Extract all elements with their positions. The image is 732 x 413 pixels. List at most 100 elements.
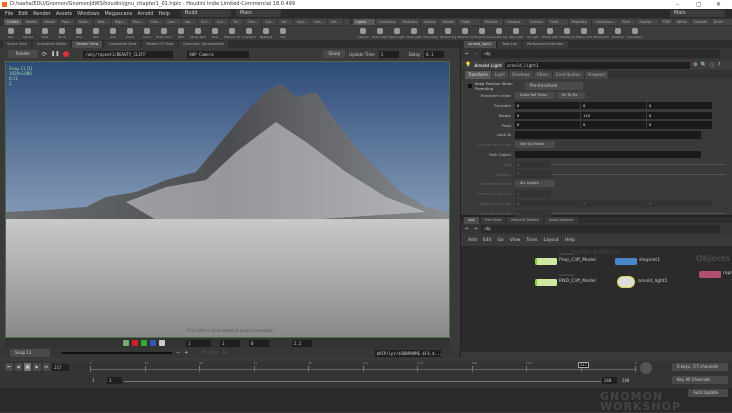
param-tab[interactable]: Filters: [533, 70, 552, 79]
pause-icon[interactable]: ❚❚: [51, 51, 59, 57]
shelf-tool[interactable]: Metaball: [259, 27, 273, 39]
shelf-tool[interactable]: Spot Light: [389, 27, 405, 39]
shelf-tool[interactable]: Draw Curve: [156, 27, 172, 39]
node-prep-cliff-model[interactable]: [535, 258, 557, 265]
pane-tab[interactable]: Performance Monitor: [523, 40, 568, 48]
render-button[interactable]: Render: [8, 50, 38, 58]
shelf-tool[interactable]: Stereo Camera: [576, 27, 592, 39]
stop-icon[interactable]: [63, 51, 70, 57]
range-slider[interactable]: [124, 381, 601, 382]
update-time-field[interactable]: 1: [378, 50, 399, 58]
param-field[interactable]: 0: [515, 170, 551, 178]
param-field[interactable]: 0: [515, 189, 551, 198]
shelf-tab[interactable]: she...: [311, 19, 327, 25]
param-field[interactable]: 0: [647, 101, 712, 110]
keep-position-checkbox[interactable]: [468, 83, 472, 88]
pane-tab[interactable]: Scene View: [3, 40, 32, 48]
camera-select[interactable]: ROP Camera: [187, 50, 250, 58]
info-icon[interactable]: ⓘ: [710, 62, 715, 69]
play-reverse-button[interactable]: ◀: [14, 363, 22, 371]
shelf-tab[interactable]: Gui...: [197, 19, 213, 25]
param-field[interactable]: [515, 131, 701, 139]
pane-tab[interactable]: Composite View: [104, 40, 141, 48]
snapshot-select[interactable]: Snap 11: [10, 349, 50, 357]
shelf-tool[interactable]: Portal Light: [542, 27, 558, 39]
param-field[interactable]: Scale Rot Trans: [515, 92, 555, 100]
jump-end-button[interactable]: ⏭: [42, 363, 51, 371]
shelf-tab[interactable]: Con...: [164, 19, 181, 25]
param-tab[interactable]: Contribution: [552, 70, 584, 79]
shelf-tab[interactable]: Populate C...: [568, 19, 592, 30]
shelf-tab[interactable]: Hai...: [181, 19, 197, 25]
shelf-tab[interactable]: Text...: [94, 19, 111, 25]
node-shopnet1[interactable]: [615, 258, 637, 265]
gamma-field[interactable]: 2.2: [292, 339, 312, 347]
forward-icon[interactable]: →: [473, 51, 477, 57]
help-icon[interactable]: ?: [718, 62, 721, 68]
shelf-tool[interactable]: Point Light: [372, 27, 388, 39]
playback-start-field[interactable]: 1: [107, 377, 122, 384]
auto-update-select[interactable]: Auto Update: [688, 389, 728, 397]
keep-position-mode-select[interactable]: Pre-transform: [525, 81, 583, 90]
param-tab[interactable]: Light: [491, 70, 508, 79]
menu-help[interactable]: Help: [159, 11, 170, 17]
shelf-tool[interactable]: Switcher: [611, 27, 625, 39]
playback-end-field[interactable]: 240: [602, 377, 617, 384]
shelf-tab[interactable]: Drive Sim...: [710, 19, 732, 30]
keys-channels-select[interactable]: 0 keys, 7/7 channels: [672, 363, 728, 371]
pane-tab[interactable]: Motion FX View: [142, 40, 178, 48]
play-button[interactable]: ▶: [33, 363, 41, 371]
range-end-field[interactable]: 240: [620, 377, 635, 384]
blue-channel-icon[interactable]: [150, 340, 156, 346]
shelf-tool[interactable]: Platonic Solids: [224, 27, 240, 39]
shelf-tool[interactable]: GI Light: [526, 27, 540, 39]
keyframe-icon[interactable]: [640, 362, 652, 374]
shelf-tool[interactable]: Sky Light: [509, 27, 523, 39]
node-rnd-cliff-model[interactable]: [535, 279, 557, 286]
param-field[interactable]: 0: [515, 111, 580, 120]
shelf-tab[interactable]: mys...: [293, 19, 311, 25]
alpha-channel-icon[interactable]: [159, 340, 165, 346]
shelf-tab[interactable]: Grains: [421, 19, 439, 25]
menu-edit[interactable]: Edit: [18, 11, 28, 17]
red-channel-icon[interactable]: [132, 340, 138, 346]
menu-windows[interactable]: Windows: [77, 11, 99, 17]
param-tab[interactable]: Viewport: [584, 70, 609, 79]
shelf-tab[interactable]: Fluid Con...: [546, 19, 568, 30]
right-desktop-select[interactable]: Main: [669, 10, 725, 17]
refresh-icon[interactable]: ⟳: [42, 51, 47, 58]
preview-mode-select[interactable]: Sharp: [323, 50, 346, 58]
close-button[interactable]: ✕: [716, 0, 721, 9]
gear-icon[interactable]: ⚙: [693, 62, 697, 68]
forward-icon[interactable]: →: [473, 226, 477, 232]
shelf-tool[interactable]: Area Light: [406, 27, 422, 39]
param-field[interactable]: 0: [581, 121, 646, 129]
shelf-tool[interactable]: VR Camera: [593, 27, 609, 39]
menu-assets[interactable]: Assets: [56, 11, 72, 17]
param-slider[interactable]: [552, 173, 726, 175]
param-field[interactable]: Rx Ry Rz: [557, 92, 585, 100]
pane-tab[interactable]: /arnold_light1: [464, 40, 496, 48]
shelf-tab[interactable]: Cha...: [147, 19, 164, 25]
current-frame-marker[interactable]: 217: [578, 362, 589, 368]
shelf-tab[interactable]: Gui...: [213, 19, 230, 25]
param-tab[interactable]: Shadows: [508, 70, 533, 79]
stop-button[interactable]: ■: [23, 363, 32, 371]
contrast-field[interactable]: 1: [220, 339, 240, 347]
network-editor[interactable]: Indie Edition Objects Geometry Prep_Clif…: [461, 246, 732, 352]
param-field[interactable]: 0: [515, 199, 580, 208]
network-menu-item[interactable]: Go: [497, 238, 503, 243]
shelf-tab[interactable]: Sel...: [327, 19, 343, 25]
shelf-tool[interactable]: Volume Light: [457, 27, 473, 39]
shelf-tab[interactable]: Viscous Fl...: [504, 19, 526, 30]
network-menu-item[interactable]: Add: [468, 238, 477, 243]
shelf-tab[interactable]: Vol...: [278, 19, 293, 25]
pane-tab[interactable]: Animation Editor: [33, 40, 71, 48]
param-field[interactable]: 0: [647, 111, 712, 120]
render-viewport[interactable]: Snap 11 [1] 1920x1080 0:11 2 Ctrl+Left t…: [5, 61, 450, 338]
shelf-tab[interactable]: Container...: [592, 19, 619, 25]
shelf-tool[interactable]: Environment Light: [474, 27, 490, 39]
green-channel-icon[interactable]: [141, 340, 147, 346]
shelf-tool[interactable]: Geometry Light: [423, 27, 439, 39]
param-field[interactable]: 0: [581, 101, 646, 110]
